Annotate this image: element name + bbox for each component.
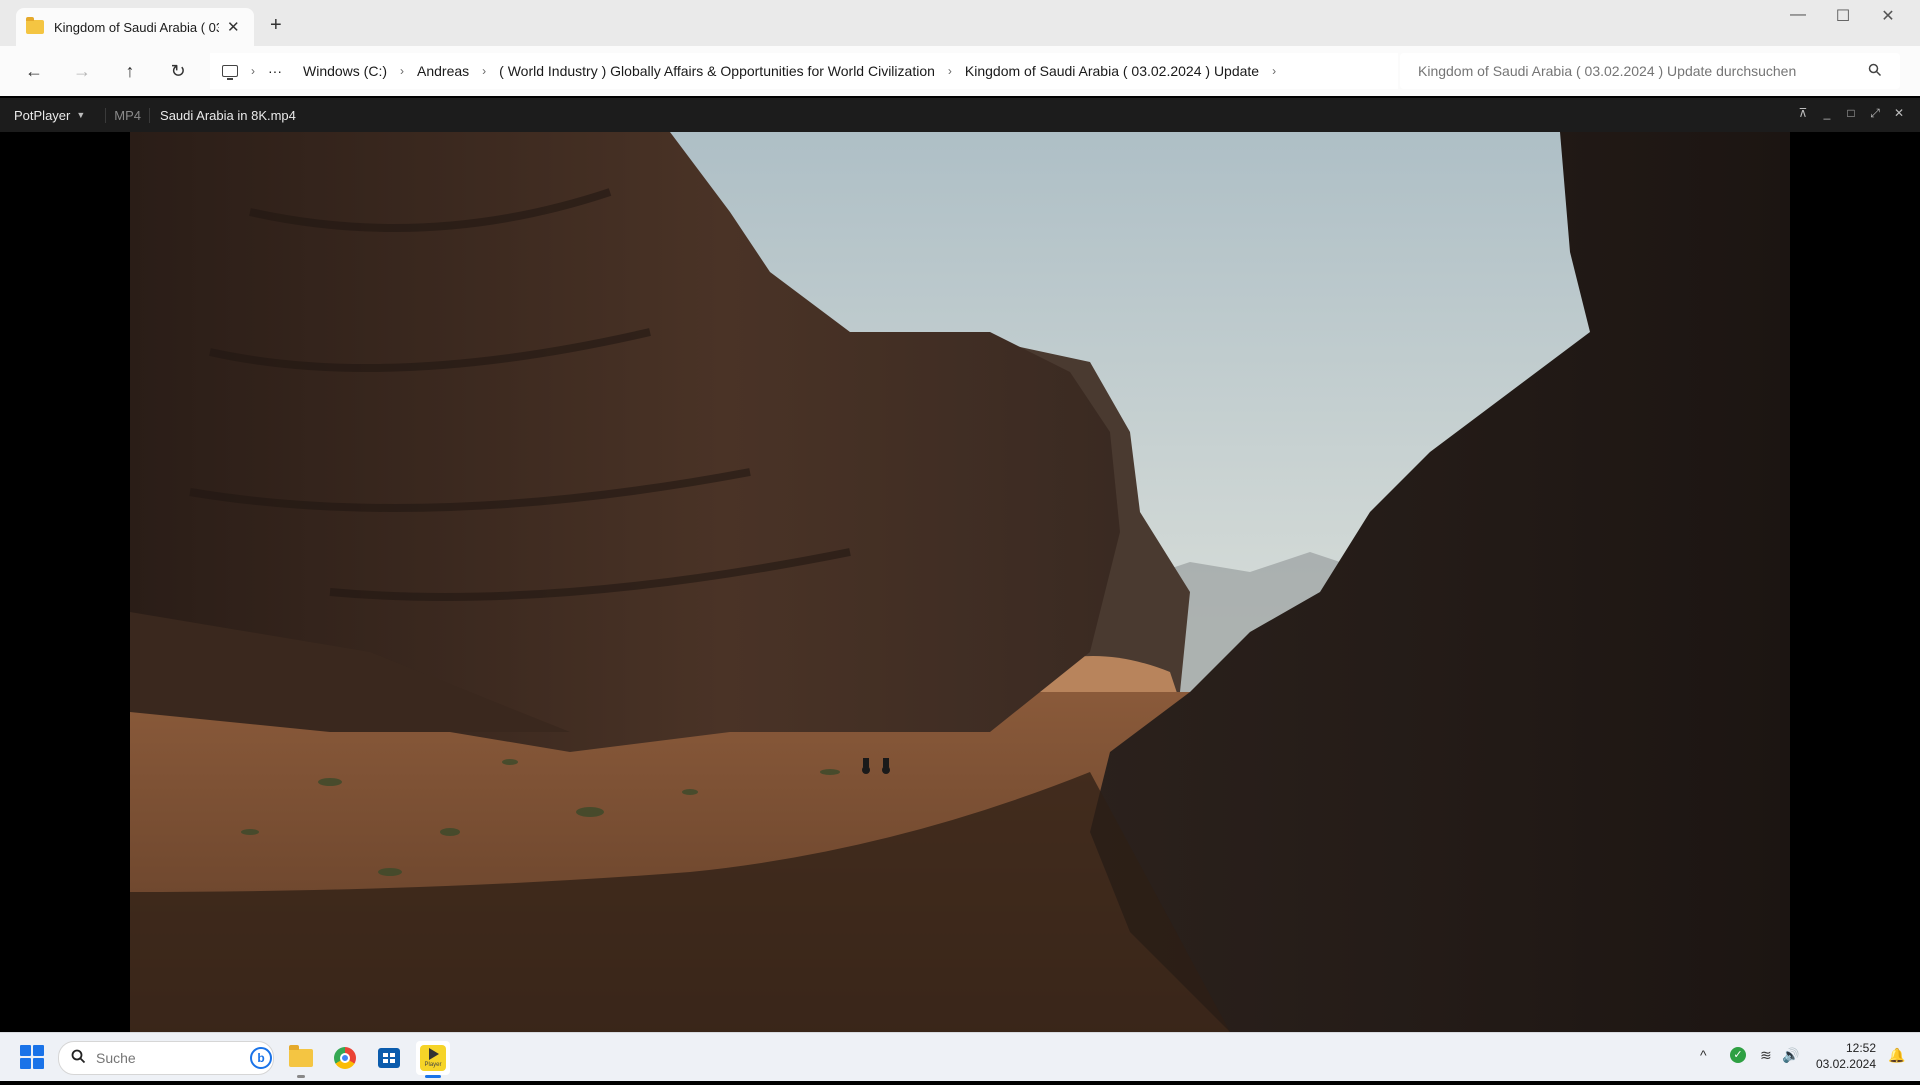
taskbar-store[interactable] xyxy=(372,1041,406,1075)
taskbar-potplayer[interactable]: Player xyxy=(416,1041,450,1078)
back-button[interactable]: ← xyxy=(18,55,50,87)
chevron-right-icon[interactable]: › xyxy=(482,64,486,78)
chevron-down-icon: ▼ xyxy=(76,110,86,120)
breadcrumb[interactable]: › ··· Windows (C:) › Andreas › ( World I… xyxy=(210,53,1398,89)
close-window-button[interactable]: ✕ xyxy=(1868,6,1908,26)
tab-title: Kingdom of Saudi Arabia ( 03.02.2024 ) U… xyxy=(54,19,219,35)
folder-search xyxy=(1400,53,1900,89)
pin-icon[interactable]: ⊼ xyxy=(1792,106,1814,120)
chrome-icon xyxy=(334,1047,356,1069)
player-minimize-button[interactable]: _ xyxy=(1816,106,1838,120)
chevron-right-icon[interactable]: › xyxy=(1272,64,1276,78)
navigation-bar: ← → ↑ ↻ › ··· Windows (C:) › Andreas › (… xyxy=(0,46,1920,96)
clock-time: 12:52 xyxy=(1845,1041,1876,1055)
desert-canyon-scene xyxy=(130,132,1790,1032)
up-button[interactable]: ↑ xyxy=(114,55,146,87)
breadcrumb-more[interactable]: ··· xyxy=(268,63,282,79)
running-indicator xyxy=(297,1075,305,1078)
player-close-button[interactable]: ✕ xyxy=(1888,106,1910,120)
refresh-button[interactable]: ↻ xyxy=(162,55,194,87)
chevron-right-icon[interactable]: › xyxy=(400,64,404,78)
folder-icon xyxy=(26,17,44,34)
explorer-tab[interactable]: Kingdom of Saudi Arabia ( 03.02.2024 ) U… xyxy=(16,8,254,46)
tray-chevron-up-icon[interactable]: ^ xyxy=(1700,1047,1707,1063)
taskbar-search[interactable]: b xyxy=(58,1041,274,1075)
potplayer-menu-button[interactable]: PotPlayer ▼ xyxy=(14,108,85,123)
taskbar-file-explorer[interactable] xyxy=(284,1041,318,1078)
chevron-right-icon[interactable]: › xyxy=(251,64,255,78)
video-filename: Saudi Arabia in 8K.mp4 xyxy=(160,107,296,123)
breadcrumb-item-folder[interactable]: ( World Industry ) Globally Affairs & Op… xyxy=(499,63,935,79)
security-shield-icon[interactable]: ✓ xyxy=(1730,1047,1746,1063)
this-pc-icon[interactable] xyxy=(222,65,238,80)
player-maximize-button[interactable]: □ xyxy=(1840,106,1862,120)
active-indicator xyxy=(425,1075,441,1078)
breadcrumb-item-user[interactable]: Andreas xyxy=(417,63,469,79)
volume-icon[interactable]: 🔊 xyxy=(1782,1047,1799,1064)
potplayer-menu-label: PotPlayer xyxy=(14,107,71,123)
video-frame[interactable] xyxy=(130,132,1790,1032)
notification-bell-icon[interactable]: 🔔 xyxy=(1888,1047,1905,1064)
store-icon xyxy=(378,1048,400,1068)
format-badge: MP4 xyxy=(105,107,151,123)
new-tab-button[interactable]: + xyxy=(270,14,282,37)
chevron-right-icon[interactable]: › xyxy=(948,64,952,78)
file-explorer-window: Kingdom of Saudi Arabia ( 03.02.2024 ) U… xyxy=(0,0,1920,96)
maximize-button[interactable]: ☐ xyxy=(1823,6,1863,26)
taskbar-search-input[interactable] xyxy=(94,1049,238,1067)
clock-date: 03.02.2024 xyxy=(1815,1057,1876,1071)
search-icon[interactable] xyxy=(1868,63,1882,80)
potplayer-icon: Player xyxy=(420,1045,446,1071)
taskbar: b Player ^ ✓ ≋ 🔊 12:52 03.02.2024 🔔 xyxy=(0,1032,1920,1081)
clock[interactable]: 12:52 03.02.2024 xyxy=(1804,1040,1876,1072)
breadcrumb-item-drive[interactable]: Windows (C:) xyxy=(303,63,387,79)
video-area[interactable] xyxy=(0,132,1920,1032)
forward-button[interactable]: → xyxy=(66,55,98,87)
tab-close-icon[interactable]: ✕ xyxy=(227,18,240,36)
breadcrumb-item-current[interactable]: Kingdom of Saudi Arabia ( 03.02.2024 ) U… xyxy=(965,63,1259,79)
search-icon xyxy=(71,1049,86,1068)
windows-start-icon[interactable] xyxy=(20,1045,44,1069)
folder-icon xyxy=(289,1045,313,1067)
player-fullscreen-button[interactable]: ⤢ xyxy=(1864,106,1886,121)
bing-icon[interactable]: b xyxy=(250,1047,272,1069)
taskbar-chrome[interactable] xyxy=(328,1041,362,1075)
folder-search-input[interactable] xyxy=(1416,62,1860,80)
wifi-icon[interactable]: ≋ xyxy=(1760,1047,1772,1064)
tab-bar: Kingdom of Saudi Arabia ( 03.02.2024 ) U… xyxy=(0,0,1920,46)
minimize-button[interactable]: — xyxy=(1778,6,1818,24)
potplayer-title-bar: PotPlayer ▼ MP4 Saudi Arabia in 8K.mp4 ⊼… xyxy=(0,98,1920,132)
